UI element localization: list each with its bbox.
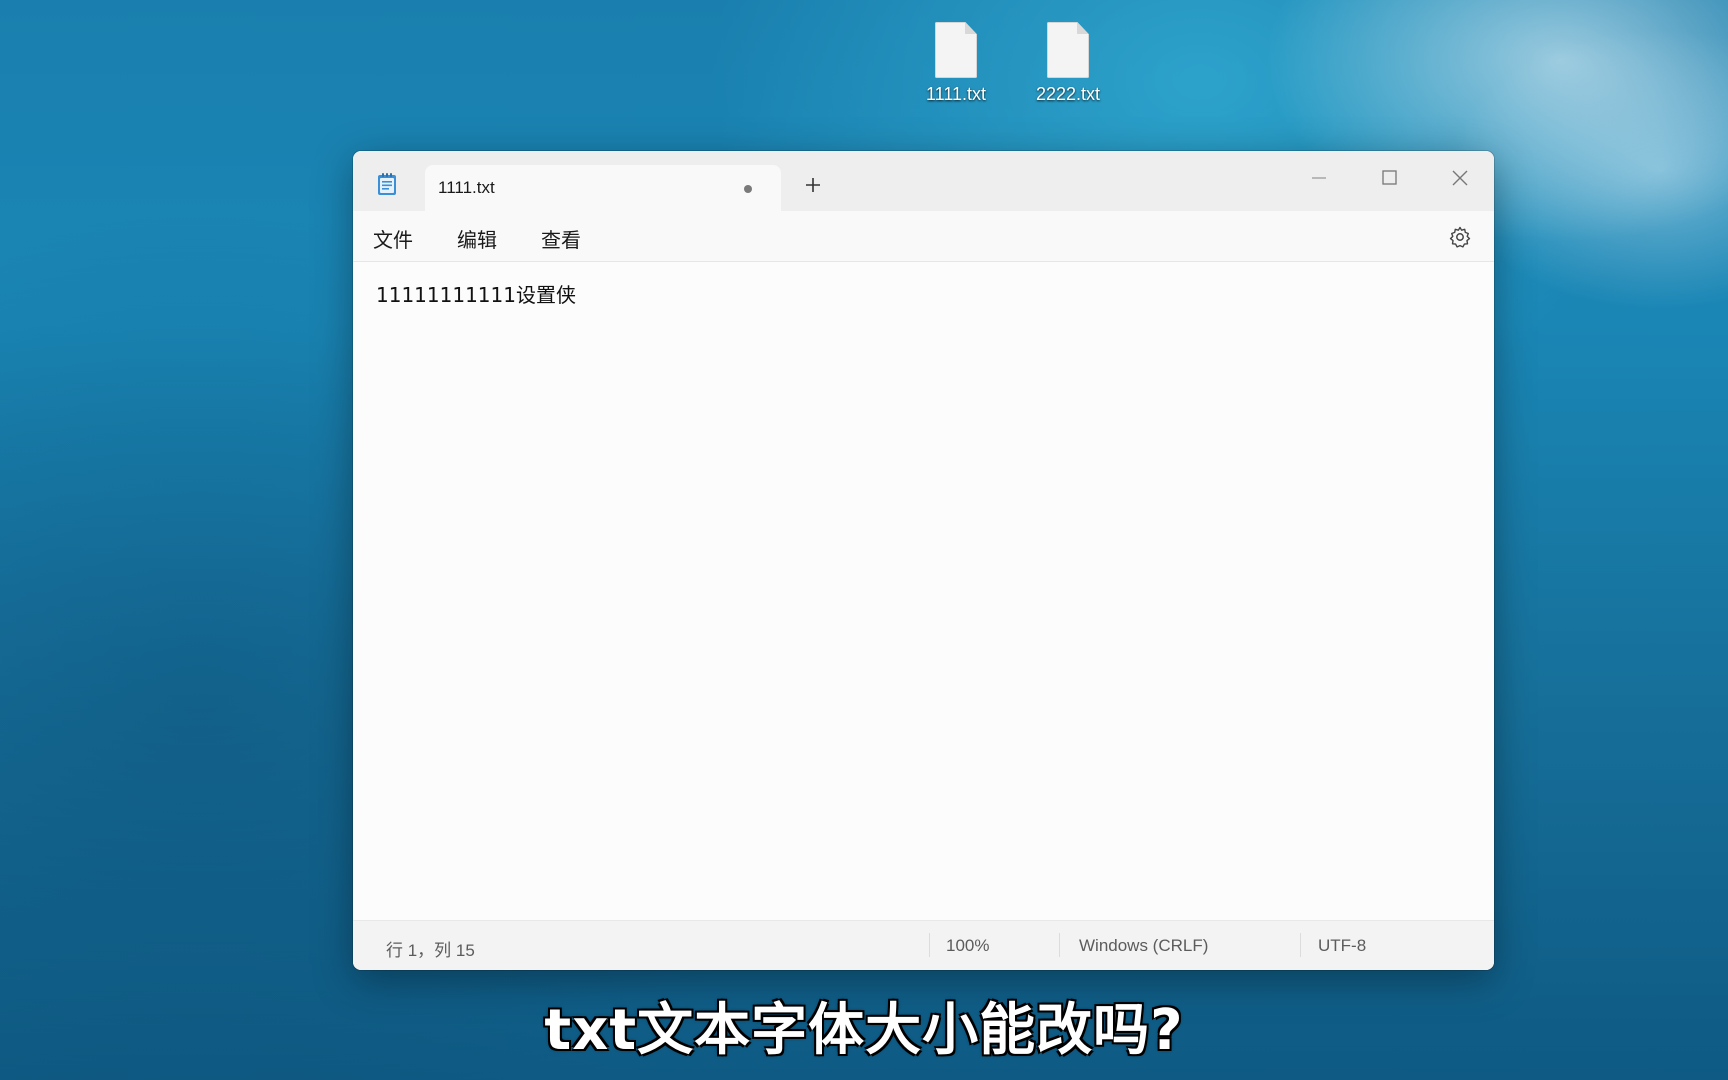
line-ending[interactable]: Windows (CRLF) xyxy=(1079,936,1208,956)
editor-content[interactable]: 11111111111设置侠 xyxy=(376,279,576,308)
notepad-app-icon xyxy=(378,173,396,195)
cursor-position: 行 1，列 15 xyxy=(386,941,475,960)
text-editor-area[interactable]: 11111111111设置侠 xyxy=(353,262,1494,921)
menu-bar: 文件 编辑 查看 xyxy=(353,211,1494,262)
desktop-file-label: 2222.txt xyxy=(1035,84,1101,104)
desktop-file-2222[interactable]: 2222.txt xyxy=(1023,22,1113,105)
unsaved-dot-icon[interactable] xyxy=(744,185,752,193)
settings-gear-icon[interactable] xyxy=(1448,225,1472,249)
minimize-icon[interactable] xyxy=(1299,163,1339,193)
menu-edit[interactable]: 编辑 xyxy=(457,224,497,253)
text-file-icon xyxy=(935,22,977,78)
encoding[interactable]: UTF-8 xyxy=(1318,936,1366,956)
add-tab-icon[interactable] xyxy=(803,175,823,195)
maximize-icon[interactable] xyxy=(1369,163,1409,193)
status-bar: 行 1，列 15 100% Windows (CRLF) UTF-8 xyxy=(353,920,1494,970)
tab-1111-txt[interactable]: 1111.txt xyxy=(425,165,781,211)
status-divider xyxy=(1300,933,1301,957)
zoom-level[interactable]: 100% xyxy=(946,936,989,956)
notepad-window: 1111.txt 文件 编辑 查看 11111111111设置侠 行 1，列 1… xyxy=(353,151,1494,970)
status-divider xyxy=(929,933,930,957)
desktop-file-label: 1111.txt xyxy=(925,84,987,104)
close-icon[interactable] xyxy=(1440,163,1480,193)
menu-file[interactable]: 文件 xyxy=(373,224,413,253)
tab-title: 1111.txt xyxy=(438,178,495,197)
text-file-icon xyxy=(1047,22,1089,78)
desktop-file-1111[interactable]: 1111.txt xyxy=(911,22,1001,105)
title-bar[interactable]: 1111.txt xyxy=(353,151,1494,211)
status-divider xyxy=(1059,933,1060,957)
video-subtitle: txt文本字体大小能改吗? xyxy=(544,998,1184,1063)
menu-view[interactable]: 查看 xyxy=(541,224,581,253)
